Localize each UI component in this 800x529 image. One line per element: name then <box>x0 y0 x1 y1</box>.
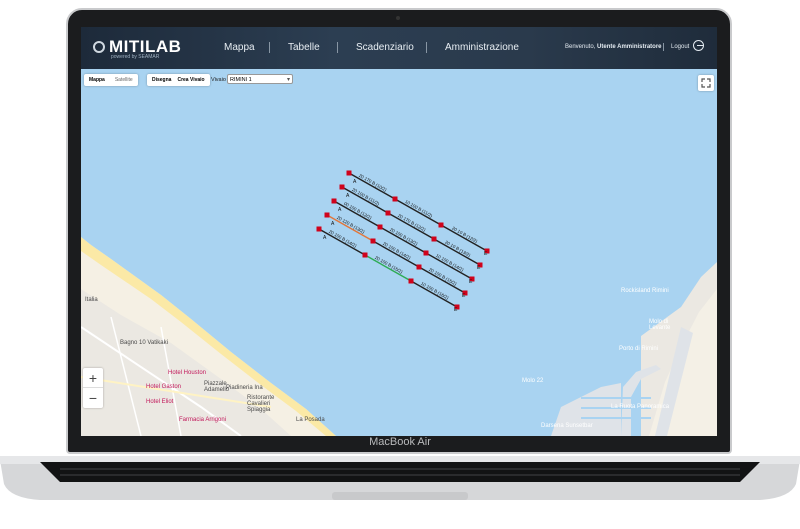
map-label: Hotel Eliot <box>146 399 174 405</box>
buoy-marker[interactable] <box>438 222 444 228</box>
buoy-marker[interactable] <box>431 236 437 242</box>
screen: 20 170 B (10/2) 10 100 B (11/2) 20 10 B (1… <box>81 27 717 436</box>
map-label: Bagno 10 Vatikaki <box>120 340 168 346</box>
draw-button[interactable]: Disegna <box>147 74 174 86</box>
app-header: MITILAB powered by SEAMAR Mappa Tabelle … <box>81 27 717 69</box>
camera-icon <box>396 16 400 20</box>
nav-separator <box>426 42 427 53</box>
vivaio-label: Vivaio <box>211 77 226 83</box>
laptop: 20 170 B (10/2) 10 100 B (11/2) 20 10 B (1… <box>0 0 800 529</box>
fullscreen-button[interactable] <box>698 75 714 91</box>
nav-separator <box>269 42 270 53</box>
buoy-marker[interactable] <box>377 224 383 230</box>
map-label: Hotel Gaston <box>146 384 182 390</box>
map-label: Farmacia Arrigoni <box>179 417 227 423</box>
buoy-marker[interactable] <box>423 250 429 256</box>
buoy-marker[interactable] <box>339 184 345 190</box>
map-label: Rockisland Rimini <box>621 288 669 294</box>
device-brand: MacBook Air <box>369 436 431 448</box>
nav-scadenziario[interactable]: Scadenziario <box>356 42 414 53</box>
nav-separator <box>337 42 338 53</box>
map-type-mappa[interactable]: Mappa <box>84 74 110 86</box>
buoy-marker[interactable] <box>385 210 391 216</box>
zoom-in-button[interactable]: + <box>83 368 103 388</box>
buoy-marker[interactable] <box>331 198 337 204</box>
map-label: Darsena Sunsetbar <box>541 423 593 429</box>
buoy-marker[interactable] <box>362 252 368 258</box>
logo-icon <box>93 41 105 53</box>
logout-link[interactable]: Logout <box>671 44 689 50</box>
map-type-control: Mappa Satellite <box>84 74 138 86</box>
map-label: La Posada <box>296 417 325 423</box>
map-label: Piadineria Ina <box>226 385 263 391</box>
map-label: Italia <box>85 297 98 303</box>
buoy-marker[interactable] <box>370 238 376 244</box>
buoy-marker[interactable] <box>408 278 414 284</box>
map-label: Molo di Levante <box>649 319 671 331</box>
nav-mappa[interactable]: Mappa <box>224 42 255 53</box>
nav-amministrazione[interactable]: Amministrazione <box>445 42 519 53</box>
map-type-satellite[interactable]: Satellite <box>110 74 138 86</box>
logo-subtitle: powered by SEAMAR <box>111 54 160 60</box>
welcome-text: Benvenuto, Utente Amministratore <box>565 44 662 50</box>
create-vivaio-button[interactable]: Crea Vivaio <box>174 74 209 86</box>
logout-icon[interactable] <box>693 40 704 51</box>
map-label: Molo 22 <box>522 378 544 384</box>
map-label: Ristorante Cavalieri Spiaggia <box>247 395 275 413</box>
map-label: Porto di Rimini <box>619 346 659 352</box>
zoom-out-button[interactable]: − <box>83 388 103 408</box>
header-separator <box>663 43 664 51</box>
vivaio-select[interactable]: RIMINI 1 <box>227 74 293 85</box>
laptop-base <box>0 456 800 500</box>
buoy-marker[interactable] <box>324 212 330 218</box>
buoy-marker[interactable] <box>416 264 422 270</box>
buoy-marker[interactable] <box>392 196 398 202</box>
nav-tabelle[interactable]: Tabelle <box>288 42 320 53</box>
map-label: La Ruota Panoramica <box>611 404 670 410</box>
buoy-marker[interactable] <box>316 226 322 232</box>
fullscreen-icon <box>701 78 711 88</box>
buoy-marker[interactable] <box>346 170 352 176</box>
draw-control: Disegna Crea Vivaio <box>147 74 210 86</box>
zoom-control: + − <box>83 368 103 408</box>
map-label: Hotel Houston <box>168 370 207 376</box>
